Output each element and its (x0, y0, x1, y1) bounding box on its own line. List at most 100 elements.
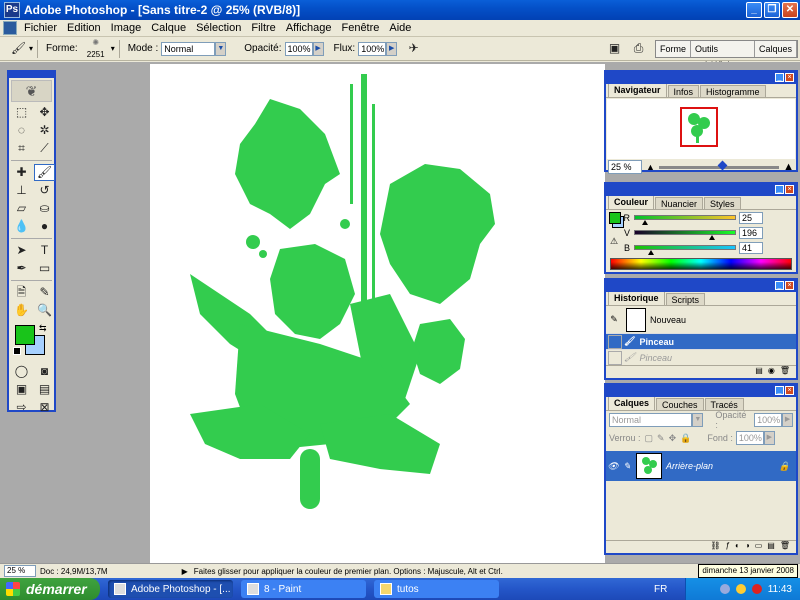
brush-link-icon[interactable]: ✎ (620, 461, 634, 472)
opacity-input[interactable]: 100% (284, 41, 313, 56)
opacity-arrow-icon[interactable]: ▶ (312, 41, 324, 56)
adjustment-layer-icon[interactable]: ◑ (745, 541, 750, 553)
tab-traces[interactable]: Tracés (704, 398, 744, 410)
mode-dropdown-icon[interactable]: ▼ (215, 41, 227, 56)
history-item[interactable]: 🖌 Pinceau (606, 350, 796, 366)
tab-histogramme[interactable]: Histogramme (700, 85, 766, 97)
channel-r-slider[interactable] (634, 215, 736, 225)
brush-tool-icon[interactable]: 🖌 (34, 164, 55, 181)
status-zoom-input[interactable]: 25 % (4, 565, 36, 577)
menu-aide[interactable]: Aide (384, 22, 416, 34)
trash-icon[interactable]: 🗑 (780, 541, 790, 553)
menu-image[interactable]: Image (106, 22, 147, 34)
title-bar[interactable]: Ps Adobe Photoshop - [Sans titre-2 @ 25%… (0, 0, 800, 20)
blur-tool-icon[interactable]: 💧 (11, 218, 32, 235)
menu-selection[interactable]: Sélection (191, 22, 246, 34)
chevron-down-icon[interactable]: ▾ (111, 44, 115, 53)
menu-fenetre[interactable]: Fenêtre (336, 22, 384, 34)
slider-knob[interactable] (709, 235, 715, 240)
color-fg-swatch[interactable] (609, 212, 621, 224)
new-layer-icon[interactable]: ▤ (767, 541, 775, 553)
magic-wand-tool-icon[interactable]: ✲ (34, 122, 55, 139)
panel-close-icon[interactable]: × (785, 73, 794, 82)
layer-link-icon[interactable]: ⛓ (710, 541, 720, 553)
history-snapshot[interactable]: ✎ Nouveau (606, 306, 796, 334)
channel-r-input[interactable]: 25 (739, 211, 763, 224)
fullscreen-menu-icon[interactable]: ⊠ (34, 399, 55, 416)
lock-transparency-icon[interactable]: ▢ (645, 433, 654, 444)
panel-minimize-icon[interactable]: _ (775, 185, 784, 194)
menu-fichier[interactable]: Fichier (19, 22, 62, 34)
volume-icon[interactable] (735, 584, 746, 594)
navigator-zoom-input[interactable]: 25 % (608, 160, 642, 174)
navigator-preview[interactable] (607, 99, 795, 159)
type-tool-icon[interactable]: T (34, 242, 55, 259)
crop-tool-icon[interactable]: ⌗ (11, 140, 32, 157)
history-source-checkbox[interactable] (608, 334, 622, 349)
history-source-checkbox[interactable] (608, 350, 622, 365)
zoom-tool-icon[interactable]: 🔍 (34, 302, 55, 319)
well-tab-forme[interactable]: Forme (656, 41, 692, 57)
channel-v-input[interactable]: 196 (739, 226, 763, 239)
lasso-tool-icon[interactable]: ◌ (11, 122, 32, 139)
restore-button[interactable]: ❐ (764, 2, 780, 18)
file-browser-icon[interactable]: ▣ (604, 40, 625, 57)
brush-size-picker[interactable]: ✺ 2251 (81, 38, 111, 60)
play-arrow-icon[interactable]: ▶ (182, 567, 188, 576)
channel-b-input[interactable]: 41 (739, 241, 763, 254)
foreground-color-swatch[interactable] (15, 325, 35, 345)
eraser-tool-icon[interactable]: ▱ (11, 200, 32, 217)
slider-knob[interactable] (717, 160, 728, 170)
view-box[interactable] (680, 107, 718, 147)
fill-input[interactable]: 100% (735, 431, 764, 445)
eyedropper-tool-icon[interactable]: ✎ (34, 284, 55, 301)
well-tab-calques[interactable]: Calques (754, 41, 797, 57)
language-indicator[interactable]: FR (654, 584, 667, 595)
zoom-out-icon[interactable]: ▲ (646, 162, 655, 172)
new-document-icon[interactable]: ▤ (755, 366, 763, 378)
tab-calques[interactable]: Calques (608, 396, 656, 410)
panel-title-bar[interactable]: _ × (606, 280, 796, 292)
healing-brush-tool-icon[interactable]: ✚ (11, 164, 32, 181)
flux-input[interactable]: 100% (358, 41, 387, 56)
menu-affichage[interactable]: Affichage (281, 22, 337, 34)
well-tab-outils[interactable]: Outils prédéfinis (691, 41, 755, 70)
tab-couleur[interactable]: Couleur (608, 195, 655, 209)
notes-tool-icon[interactable]: 🗎 (11, 284, 32, 301)
network-icon[interactable] (719, 584, 730, 594)
pen-tool-icon[interactable]: ✒ (11, 260, 32, 277)
menu-edition[interactable]: Edition (62, 22, 106, 34)
color-spectrum-ramp[interactable] (610, 258, 792, 270)
minimize-button[interactable]: _ (746, 2, 762, 18)
menu-filtre[interactable]: Filtre (246, 22, 280, 34)
tab-historique[interactable]: Historique (608, 291, 665, 305)
move-tool-icon[interactable]: ✥ (34, 104, 55, 121)
quick-mask-mode-icon[interactable]: ◙ (34, 363, 55, 380)
panel-minimize-icon[interactable]: _ (775, 281, 784, 290)
slider-knob[interactable] (642, 220, 648, 225)
navigator-zoom-slider[interactable] (658, 160, 780, 170)
screen-mode-icon[interactable]: ▣ (11, 381, 32, 398)
chevron-down-icon[interactable]: ▾ (29, 44, 33, 53)
channel-v-slider[interactable] (634, 230, 736, 240)
default-colors-icon[interactable] (13, 347, 21, 355)
panel-title-bar[interactable]: _ × (606, 184, 796, 196)
flux-arrow-icon[interactable]: ▶ (386, 41, 398, 56)
layer-row[interactable]: 👁 ✎ Arrière-plan 🔒 (606, 451, 796, 481)
standard-mode-icon[interactable]: ◯ (11, 363, 32, 380)
blend-mode-dropdown-icon[interactable]: ▼ (692, 413, 704, 427)
taskbar-item-tutos[interactable]: tutos (374, 580, 499, 598)
mode-select[interactable]: Normal (161, 41, 216, 56)
lock-all-icon[interactable]: 🔒 (680, 433, 691, 444)
burn-tool-icon[interactable]: ● (34, 218, 55, 235)
close-button[interactable]: ✕ (782, 2, 798, 18)
tab-couches[interactable]: Couches (656, 398, 704, 410)
tab-nuancier[interactable]: Nuancier (655, 197, 704, 209)
print-icon[interactable]: ⎙ (628, 40, 649, 57)
trash-icon[interactable]: 🗑 (780, 366, 790, 378)
channel-b-slider[interactable] (634, 245, 736, 255)
panel-minimize-icon[interactable]: _ (775, 73, 784, 82)
rectangle-tool-icon[interactable]: ▭ (34, 260, 55, 277)
lock-position-icon[interactable]: ✥ (669, 433, 677, 444)
path-selection-tool-icon[interactable]: ➤ (11, 242, 32, 259)
